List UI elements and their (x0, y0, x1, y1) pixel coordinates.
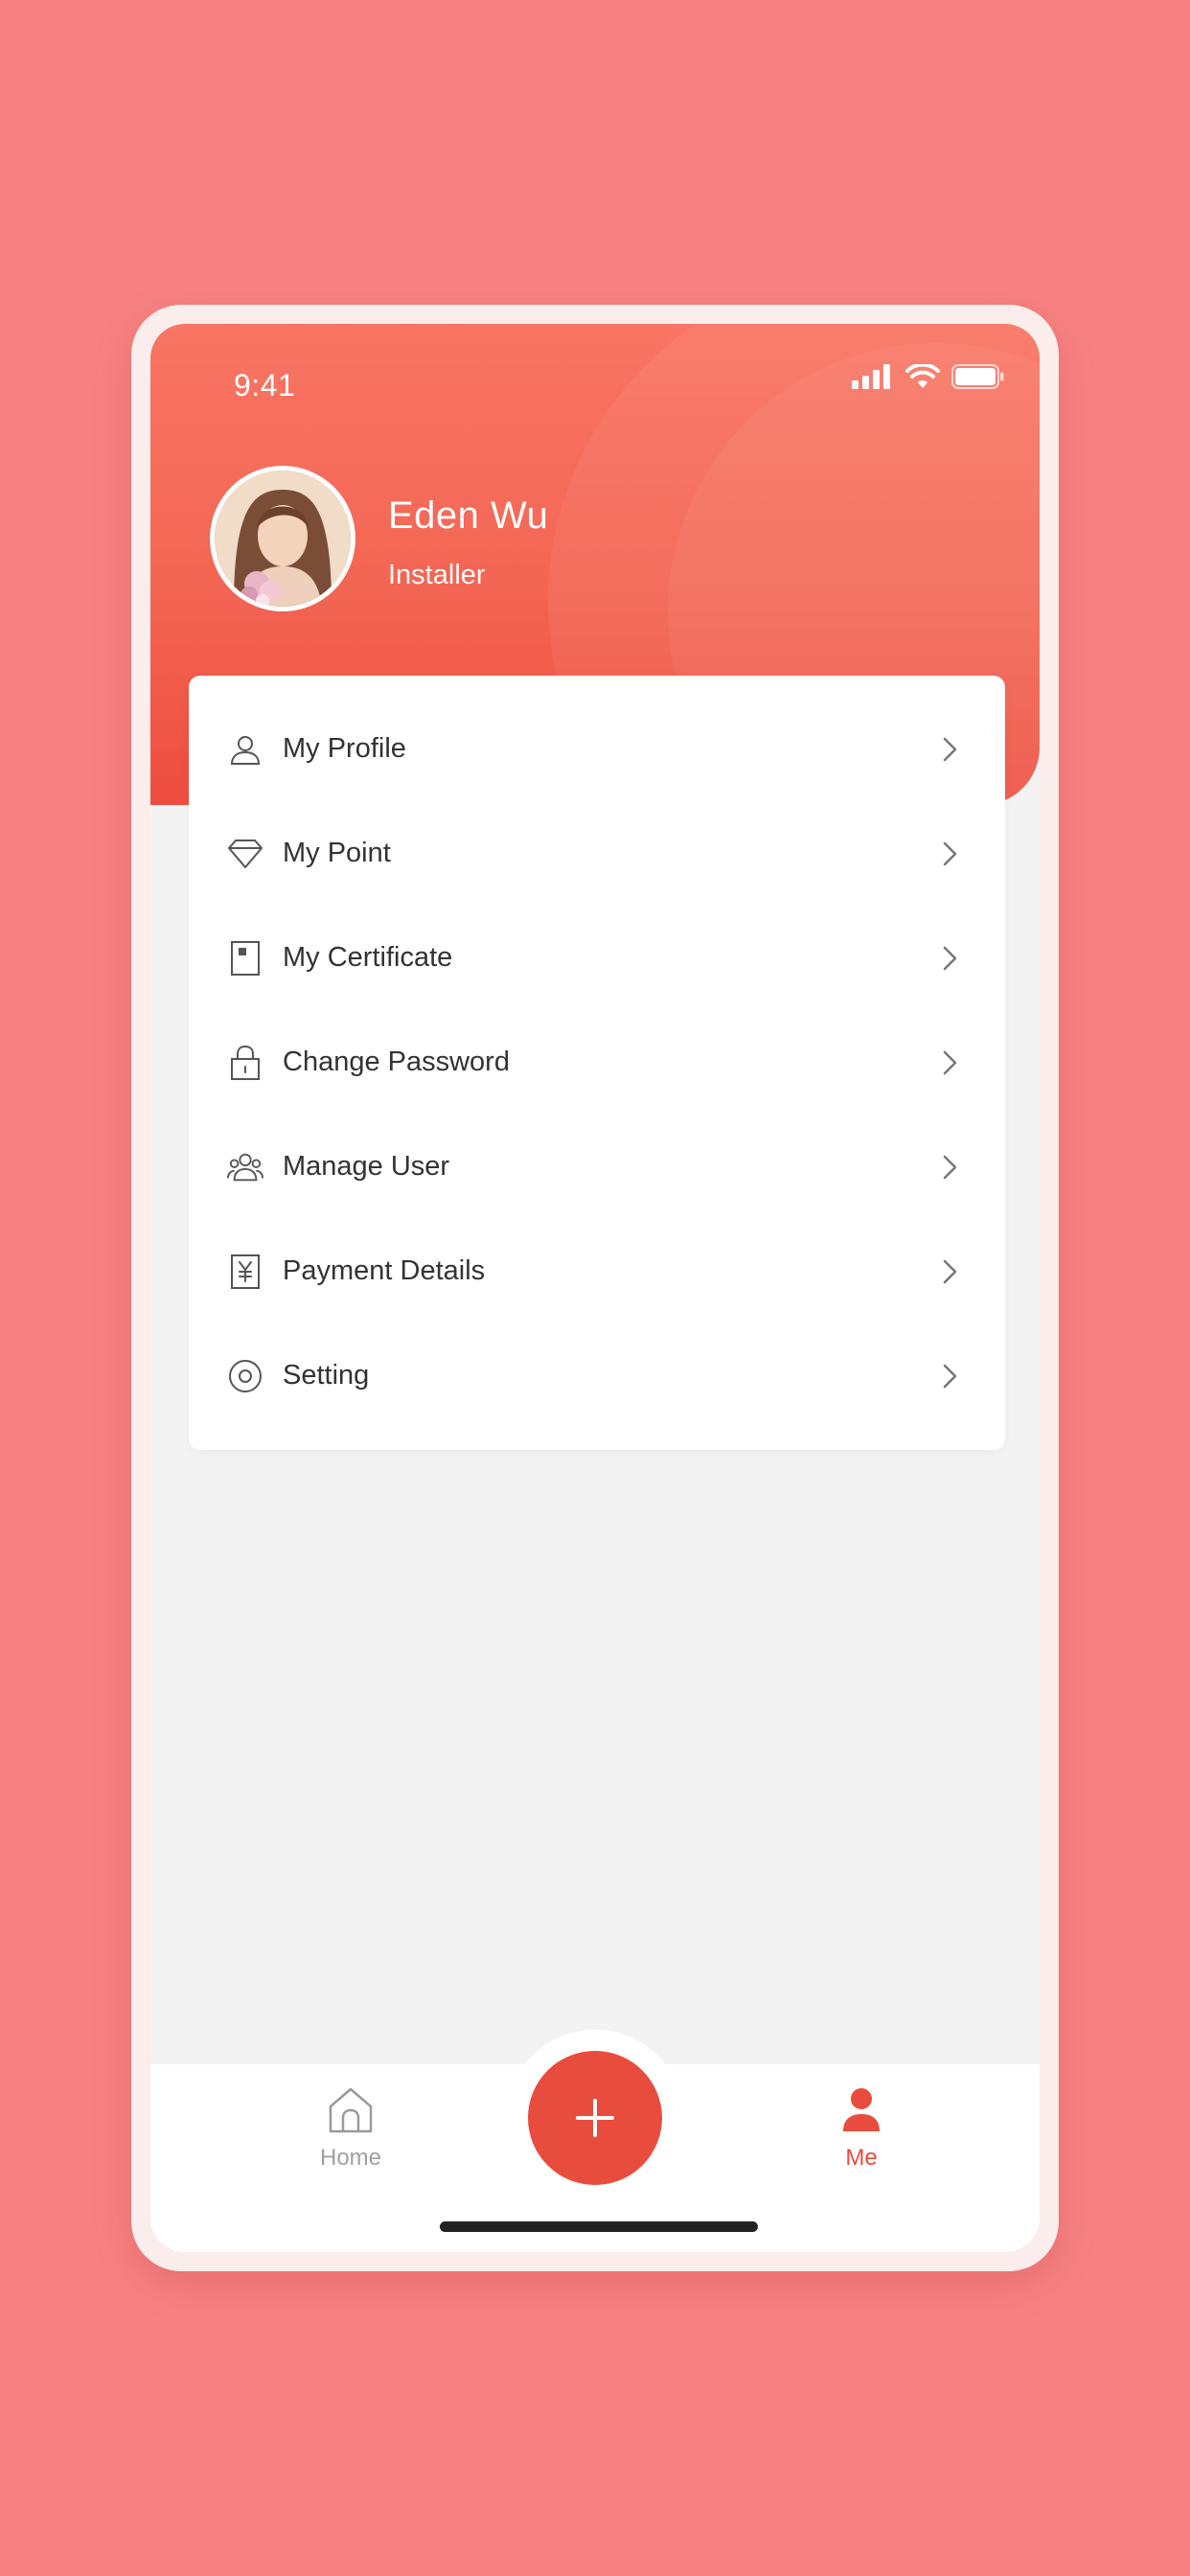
menu-item-label: Change Password (283, 1046, 510, 1077)
user-filled-icon (843, 2088, 880, 2131)
phone-frame: 9:41 Eden Wu Installer My Profile My Poi… (131, 305, 1059, 2271)
menu-item-change-password[interactable]: Change Password (189, 1010, 1005, 1115)
menu-item-label: My Point (283, 838, 391, 868)
add-button[interactable] (528, 2051, 662, 2185)
menu-card: My Profile My Point My Certificate Chang… (189, 676, 1005, 1450)
lock-icon (227, 1045, 263, 1081)
chevron-right-icon (943, 737, 957, 761)
wifi-icon (905, 364, 940, 388)
home-icon (329, 2087, 373, 2133)
tab-home[interactable]: Home (274, 2085, 427, 2172)
users-icon (227, 1149, 263, 1185)
chevron-right-icon (943, 1155, 957, 1179)
menu-item-setting[interactable]: Setting (189, 1323, 1005, 1428)
settings-icon (227, 1358, 263, 1394)
chevron-right-icon (943, 946, 957, 970)
menu-item-my-certificate[interactable]: My Certificate (189, 906, 1005, 1010)
user-icon (227, 731, 263, 768)
menu-item-my-point[interactable]: My Point (189, 801, 1005, 906)
certificate-icon (227, 940, 263, 977)
tab-home-label: Home (319, 2145, 382, 2171)
chevron-right-icon (943, 1050, 957, 1074)
avatar[interactable] (210, 466, 355, 611)
menu-item-label: Setting (283, 1360, 370, 1391)
user-role: Installer (388, 560, 486, 590)
home-indicator (440, 2221, 758, 2232)
menu-item-label: Manage User (283, 1151, 450, 1182)
chevron-right-icon (943, 841, 957, 865)
battery-icon (951, 364, 1004, 389)
menu-item-payment-details[interactable]: Payment Details (189, 1219, 1005, 1323)
menu-item-label: My Profile (283, 733, 406, 764)
yen-document-icon (227, 1254, 263, 1290)
menu-item-my-profile[interactable]: My Profile (189, 697, 1005, 801)
menu-item-label: My Certificate (283, 942, 453, 973)
chevron-right-icon (943, 1364, 957, 1388)
status-time: 9:41 (234, 368, 296, 402)
app-screen: 9:41 Eden Wu Installer My Profile My Poi… (150, 324, 1040, 2252)
plus-icon (576, 2099, 614, 2137)
tab-me[interactable]: Me (785, 2085, 938, 2172)
chevron-right-icon (943, 1259, 957, 1283)
menu-item-manage-user[interactable]: Manage User (189, 1115, 1005, 1219)
diamond-icon (227, 836, 263, 872)
avatar-photo (215, 471, 351, 607)
cellular-signal-icon (852, 364, 890, 389)
user-name: Eden Wu (388, 494, 549, 537)
tab-me-label: Me (845, 2145, 878, 2171)
menu-item-label: Payment Details (283, 1255, 486, 1286)
status-icons (852, 364, 1005, 389)
